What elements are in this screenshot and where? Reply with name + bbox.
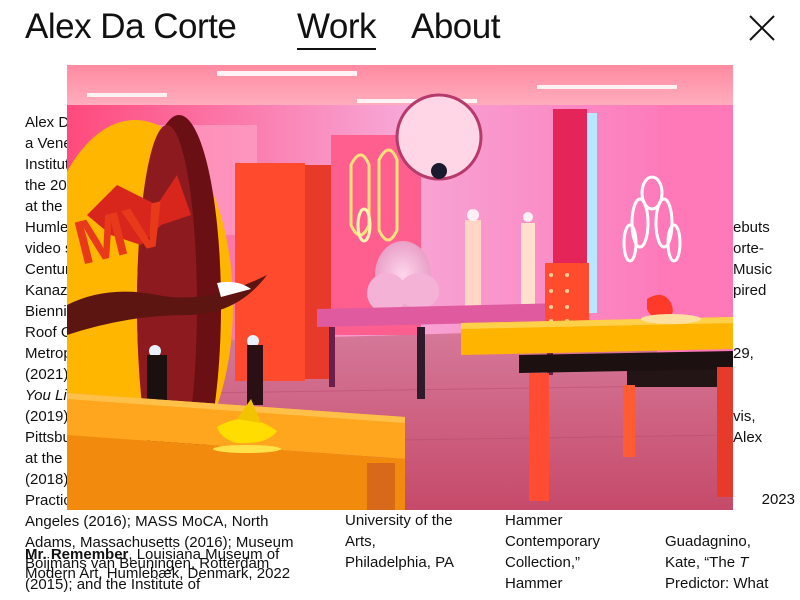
column-2-line: Arts, [345,533,376,550]
column-3: Hammer Contemporary Collection,” Hammer [505,510,635,594]
site-title-link[interactable]: Alex Da Corte [25,6,237,48]
italic-fragment: T [739,554,749,571]
header: Alex Da Corte Work About [0,0,800,60]
right-fragment: ebuts [733,219,770,236]
close-button[interactable] [746,12,778,44]
column-2-line: University of the [345,512,453,529]
right-fragment: Alex [733,429,763,446]
right-fragment: pired [733,282,767,299]
column-3-line: Contemporary [505,533,601,550]
bio-line: Angeles (2016); MASS MoCA, North [25,513,269,530]
column-4-line: Guadagnino, [665,533,751,550]
nav-about-link[interactable]: About [411,6,500,48]
column-3-line: Hammer [505,575,563,592]
right-fragment: Music [733,261,773,278]
gallery-image[interactable]: MV [67,65,733,510]
right-fragment: 29, [733,345,754,362]
page: Alex Da Vene Institut the 20 at the Humle vid… [0,0,800,600]
column-4-line: Predictor: What [665,575,769,592]
right-edge-fragments: ebuts orte- Music pired 29, vis, Alex [733,217,800,448]
right-fragment: vis, [733,408,756,425]
column-2-line: Philadelphia, PA [345,554,454,571]
column-4-line: Kate, “The T [665,554,749,571]
exhibition-title: Mr. Remember [25,546,129,563]
right-fragment: orte- [733,240,764,257]
column-3-line: Collection,” [505,554,581,571]
gallery-installation-photo: MV [67,65,733,510]
column-3-line: Hammer [505,512,563,529]
nav-work-link[interactable]: Work [297,6,377,50]
close-x-icon [749,15,775,41]
exhibition-entry: Mr. Remember, Louisiana Museum of Modern… [25,545,315,583]
column-2: University of the Arts, Philadelphia, PA [345,510,475,573]
